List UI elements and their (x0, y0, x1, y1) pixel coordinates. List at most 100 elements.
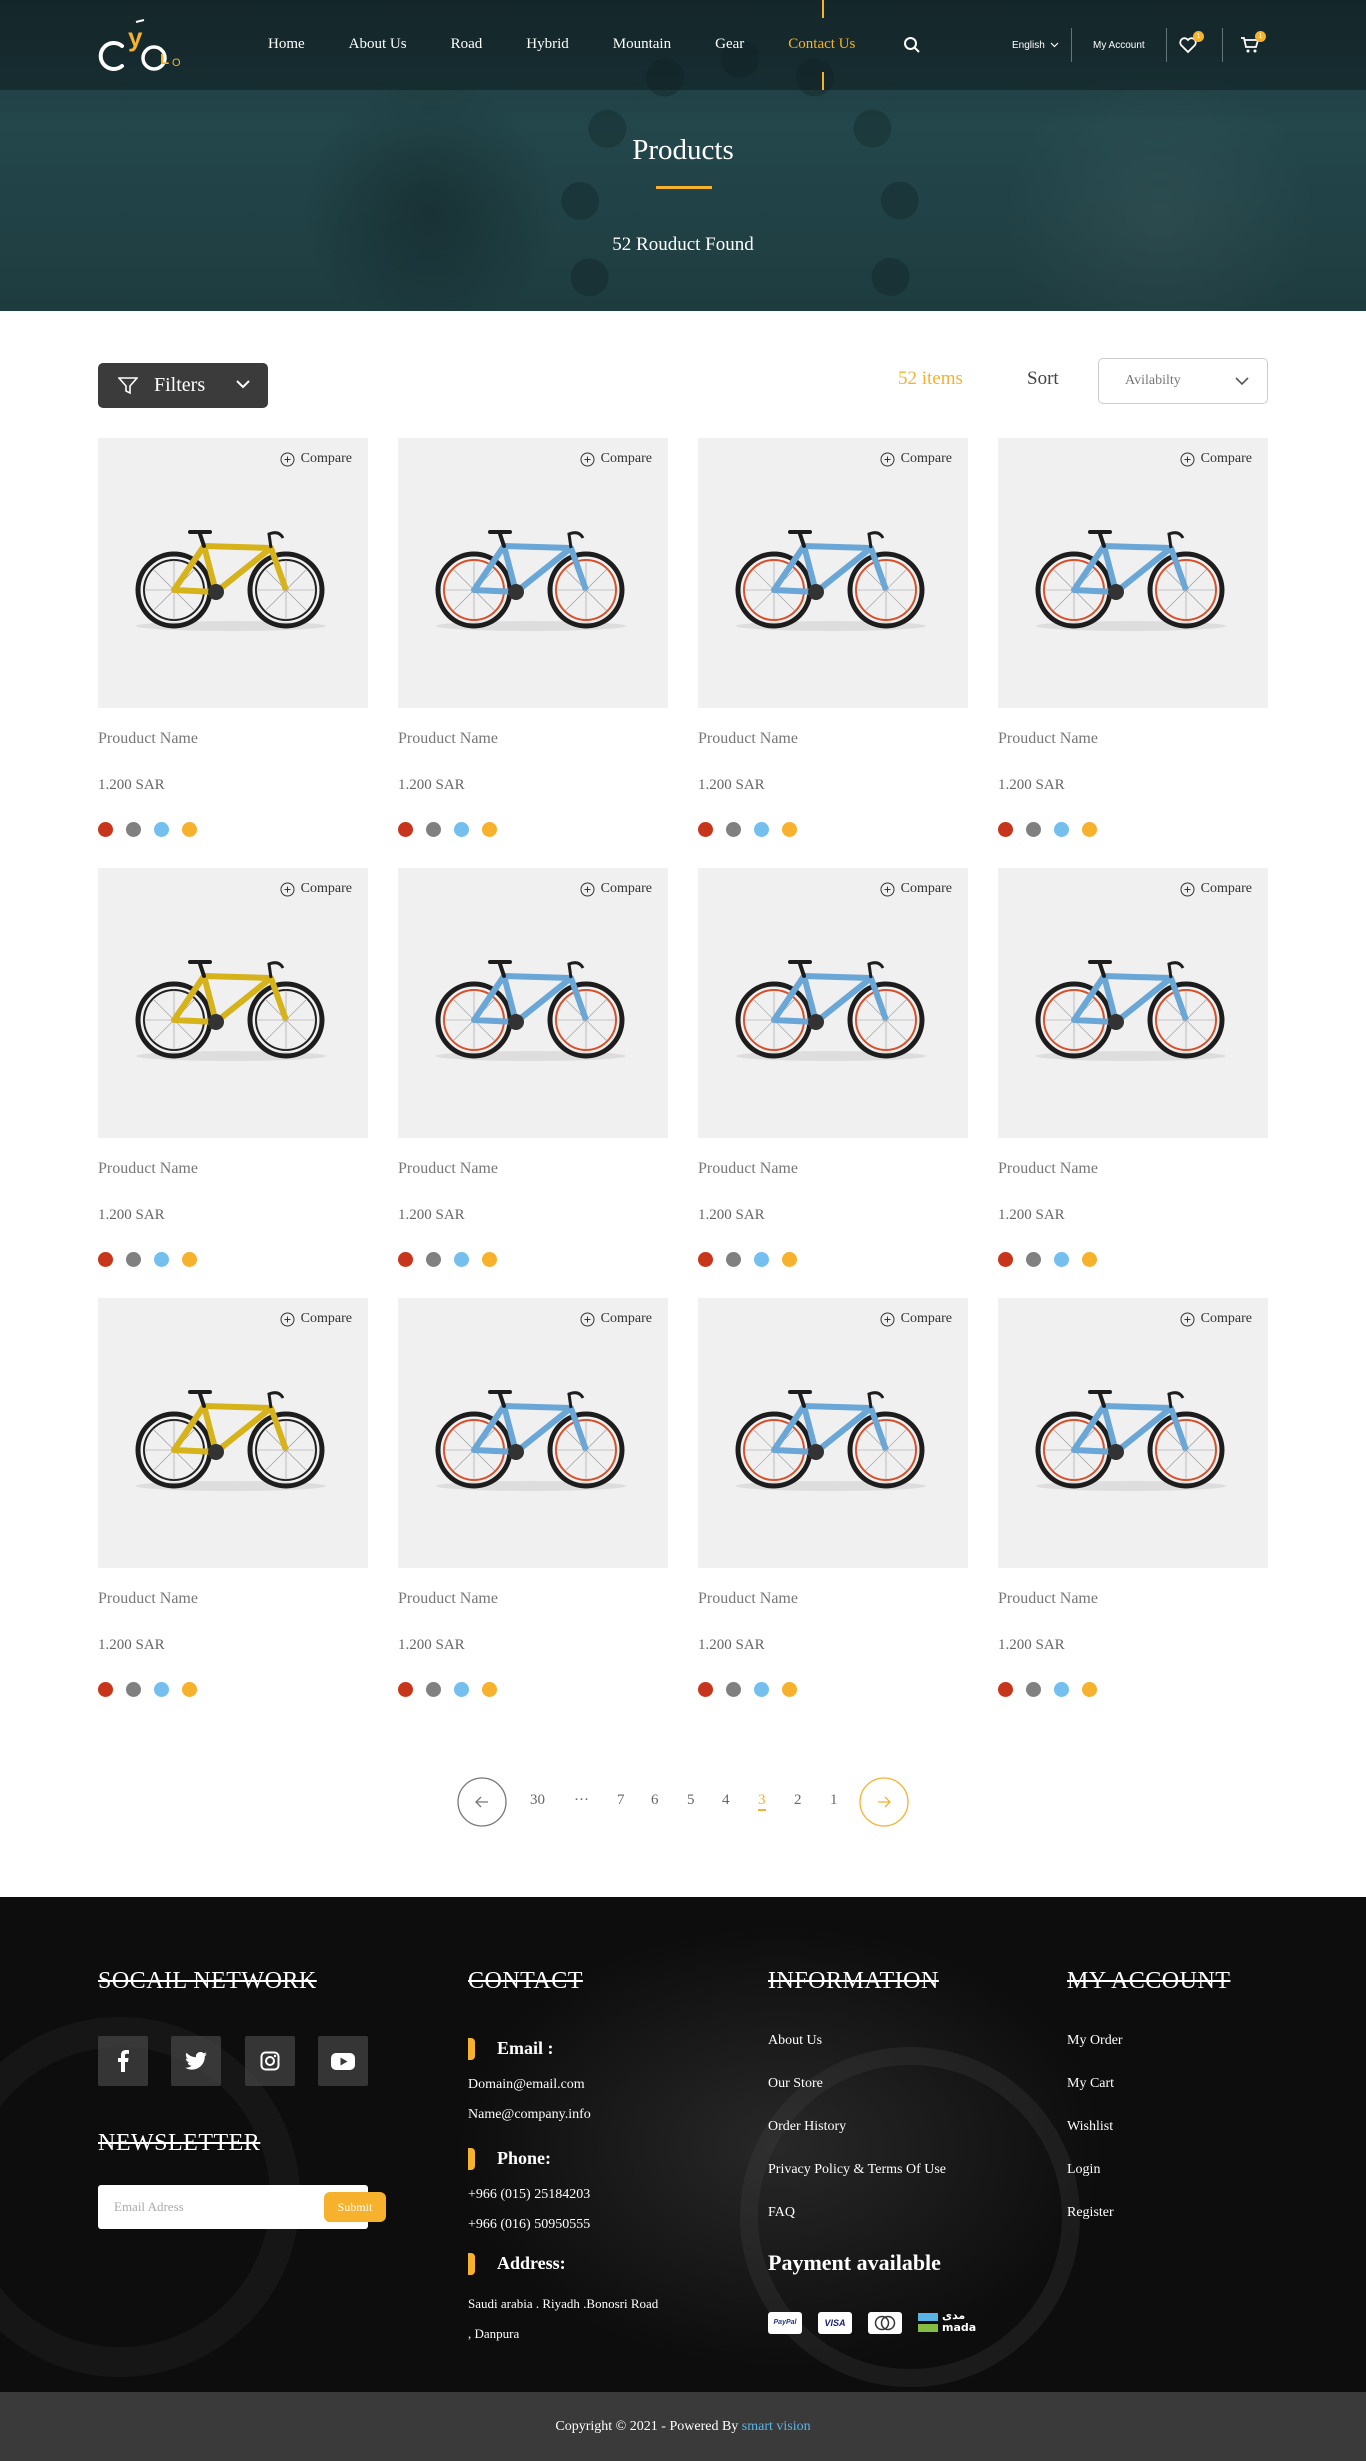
footer-link-register[interactable]: Register (1067, 2205, 1114, 2221)
color-swatch[interactable] (398, 1252, 413, 1267)
compare-button[interactable]: Compare (580, 451, 652, 467)
color-swatch[interactable] (154, 1682, 169, 1697)
color-swatch[interactable] (454, 1682, 469, 1697)
facebook-button[interactable] (98, 2036, 148, 2086)
nav-hybrid[interactable]: Hybrid (526, 0, 569, 90)
color-swatch[interactable] (782, 1682, 797, 1697)
color-swatch[interactable] (782, 822, 797, 837)
cyclo-logo[interactable]: y L O (96, 16, 186, 74)
product-name[interactable]: Prouduct Name (698, 1590, 798, 1608)
product-name[interactable]: Prouduct Name (398, 1160, 498, 1178)
product-image[interactable]: Compare (398, 438, 668, 708)
color-swatch[interactable] (754, 822, 769, 837)
page-number[interactable]: 3 (758, 1792, 766, 1811)
compare-button[interactable]: Compare (1180, 451, 1252, 467)
color-swatch[interactable] (698, 1252, 713, 1267)
compare-button[interactable]: Compare (880, 1311, 952, 1327)
product-name[interactable]: Prouduct Name (398, 1590, 498, 1608)
color-swatch[interactable] (426, 822, 441, 837)
color-swatch[interactable] (754, 1252, 769, 1267)
color-swatch[interactable] (98, 1682, 113, 1697)
nav-contact-us[interactable]: Contact Us (788, 0, 855, 90)
my-account-link[interactable]: My Account (1093, 0, 1145, 90)
filters-button[interactable]: Filters (98, 363, 268, 408)
language-selector[interactable]: English (1012, 0, 1059, 90)
product-name[interactable]: Prouduct Name (998, 1160, 1098, 1178)
color-swatch[interactable] (998, 1252, 1013, 1267)
color-swatch[interactable] (398, 822, 413, 837)
color-swatch[interactable] (782, 1252, 797, 1267)
page-number[interactable]: 6 (651, 1792, 659, 1809)
color-swatch[interactable] (398, 1682, 413, 1697)
color-swatch[interactable] (98, 822, 113, 837)
color-swatch[interactable] (698, 822, 713, 837)
color-swatch[interactable] (126, 822, 141, 837)
product-name[interactable]: Prouduct Name (98, 730, 198, 748)
color-swatch[interactable] (482, 1682, 497, 1697)
color-swatch[interactable] (998, 822, 1013, 837)
footer-link-about-us[interactable]: About Us (768, 2033, 822, 2049)
color-swatch[interactable] (154, 1252, 169, 1267)
newsletter-submit-button[interactable]: Submit (324, 2192, 386, 2222)
compare-button[interactable]: Compare (580, 1311, 652, 1327)
compare-button[interactable]: Compare (1180, 881, 1252, 897)
page-number[interactable]: 1 (830, 1792, 838, 1809)
color-swatch[interactable] (1082, 822, 1097, 837)
page-number[interactable]: 30 (530, 1792, 545, 1809)
color-swatch[interactable] (182, 1252, 197, 1267)
footer-link-faq[interactable]: FAQ (768, 2205, 795, 2221)
color-swatch[interactable] (726, 1252, 741, 1267)
product-image[interactable]: Compare (398, 868, 668, 1138)
product-name[interactable]: Prouduct Name (98, 1590, 198, 1608)
color-swatch[interactable] (482, 1252, 497, 1267)
footer-link-wishlist[interactable]: Wishlist (1067, 2119, 1113, 2135)
product-image[interactable]: Compare (698, 868, 968, 1138)
wishlist-button[interactable]: 1 (1178, 31, 1204, 57)
product-image[interactable]: Compare (698, 438, 968, 708)
color-swatch[interactable] (98, 1252, 113, 1267)
color-swatch[interactable] (1054, 1252, 1069, 1267)
color-swatch[interactable] (1082, 1252, 1097, 1267)
color-swatch[interactable] (998, 1682, 1013, 1697)
compare-button[interactable]: Compare (880, 451, 952, 467)
product-image[interactable]: Compare (98, 868, 368, 1138)
compare-button[interactable]: Compare (1180, 1311, 1252, 1327)
color-swatch[interactable] (1026, 1252, 1041, 1267)
instagram-button[interactable] (245, 2036, 295, 2086)
cart-button[interactable]: 1 (1240, 31, 1266, 57)
color-swatch[interactable] (726, 822, 741, 837)
footer-link-my-order[interactable]: My Order (1067, 2033, 1123, 2049)
footer-link-privacy-policy[interactable]: Privacy Policy & Terms Of Use (768, 2162, 946, 2178)
product-name[interactable]: Prouduct Name (998, 1590, 1098, 1608)
product-name[interactable]: Prouduct Name (698, 1160, 798, 1178)
page-number[interactable]: 4 (722, 1792, 730, 1809)
powered-by-link[interactable]: smart vision (742, 2419, 811, 2434)
compare-button[interactable]: Compare (280, 451, 352, 467)
page-number[interactable]: 7 (617, 1792, 625, 1809)
product-image[interactable]: Compare (998, 1298, 1268, 1568)
twitter-button[interactable] (171, 2036, 221, 2086)
color-swatch[interactable] (1082, 1682, 1097, 1697)
email-value[interactable]: Name@company.info (468, 2107, 591, 2123)
color-swatch[interactable] (454, 1252, 469, 1267)
color-swatch[interactable] (126, 1682, 141, 1697)
color-swatch[interactable] (726, 1682, 741, 1697)
email-value[interactable]: Domain@email.com (468, 2077, 585, 2093)
product-image[interactable]: Compare (98, 1298, 368, 1568)
compare-button[interactable]: Compare (280, 881, 352, 897)
color-swatch[interactable] (182, 822, 197, 837)
product-image[interactable]: Compare (98, 438, 368, 708)
color-swatch[interactable] (182, 1682, 197, 1697)
nav-gear[interactable]: Gear (715, 0, 744, 90)
footer-link-my-cart[interactable]: My Cart (1067, 2076, 1114, 2092)
prev-page-button[interactable] (457, 1777, 507, 1827)
footer-link-login[interactable]: Login (1067, 2162, 1100, 2178)
phone-value[interactable]: +966 (015) 25184203 (468, 2187, 590, 2203)
color-swatch[interactable] (426, 1252, 441, 1267)
youtube-button[interactable] (318, 2036, 368, 2086)
color-swatch[interactable] (1054, 1682, 1069, 1697)
product-name[interactable]: Prouduct Name (98, 1160, 198, 1178)
product-name[interactable]: Prouduct Name (698, 730, 798, 748)
nav-mountain[interactable]: Mountain (613, 0, 671, 90)
footer-link-order-history[interactable]: Order History (768, 2119, 846, 2135)
